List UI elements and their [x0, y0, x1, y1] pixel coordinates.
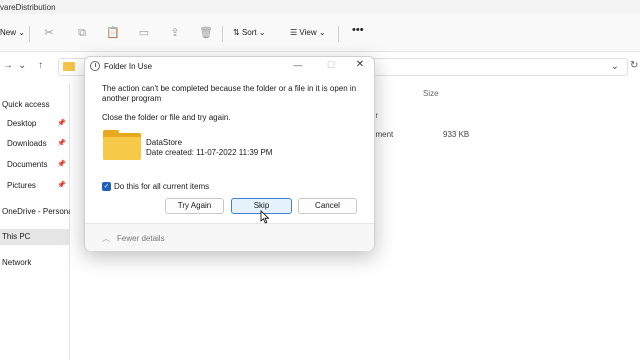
navigation-pane: Quick access Desktop 📌 Downloads 📌 Documen… [0, 84, 70, 360]
file-date-created: Date created: 11-07-2022 11:39 PM [146, 148, 273, 157]
folder-icon [63, 62, 75, 71]
row-size-cell: 933 KB [443, 130, 470, 139]
sort-label: Sort [241, 28, 257, 37]
recent-locations-icon[interactable]: ⌄ [18, 60, 26, 71]
paste-icon[interactable]: 📋 [106, 26, 120, 40]
dialog-title: Folder In Use [104, 62, 153, 71]
apply-to-all-checkbox[interactable]: ✓ [102, 182, 111, 191]
sidebar-item-downloads[interactable]: Downloads 📌 [7, 136, 70, 152]
sidebar-item-this-pc[interactable]: This PC [0, 229, 70, 245]
maximize-icon: ☐ [326, 60, 336, 70]
cancel-button[interactable]: Cancel [298, 198, 357, 214]
delete-icon[interactable]: 🗑 [199, 26, 213, 40]
try-again-button[interactable]: Try Again [165, 198, 224, 214]
folder-icon [103, 130, 141, 160]
file-name: DataStore [146, 138, 183, 147]
toolbar-divider [222, 26, 223, 42]
toolbar-divider [338, 26, 339, 42]
share-icon[interactable]: ⇪ [168, 26, 182, 40]
refresh-icon[interactable]: ↻ [630, 60, 638, 71]
sidebar-item-documents[interactable]: Documents 📌 [7, 157, 70, 173]
more-options-button[interactable]: ••• [352, 24, 364, 36]
fewer-details-toggle[interactable]: Fewer details [117, 234, 165, 243]
sidebar-item-label: This PC [2, 232, 31, 241]
cut-icon[interactable]: ✂ [42, 26, 56, 40]
rename-icon[interactable]: ▭ [137, 26, 151, 40]
apply-to-all-label[interactable]: Do this for all current items [114, 182, 209, 191]
pin-icon: 📌 [57, 120, 66, 127]
dialog-titlebar: Folder In Use — ☐ ✕ [85, 57, 374, 77]
minimize-icon[interactable]: — [291, 60, 305, 72]
pin-icon: 📌 [57, 140, 66, 147]
pin-icon: 📌 [57, 182, 66, 189]
window-title: vareDistribution [0, 3, 56, 12]
sidebar-item-label: Desktop [7, 119, 37, 128]
forward-icon[interactable]: → [3, 60, 13, 71]
view-label: View [299, 28, 317, 37]
dialog-message: The action can't be completed because th… [102, 84, 357, 103]
new-label: New [0, 28, 17, 37]
close-icon[interactable]: ✕ [353, 59, 367, 71]
sidebar-item-pictures[interactable]: Pictures 📌 [7, 178, 70, 194]
sidebar-item-desktop[interactable]: Desktop 📌 [7, 116, 70, 132]
dialog-sub-message: Close the folder or file and try again. [102, 113, 231, 122]
up-icon[interactable]: ↑ [38, 60, 43, 71]
folder-in-use-dialog: Folder In Use — ☐ ✕ The action can't be … [84, 56, 375, 251]
toolbar-divider [29, 26, 30, 42]
mouse-cursor-icon [260, 210, 270, 224]
sidebar-item-onedrive[interactable]: OneDrive - Personal [2, 204, 70, 220]
pin-icon: 📌 [57, 161, 66, 168]
sidebar-item-network[interactable]: Network [2, 255, 70, 271]
new-button[interactable]: New ⌄ [0, 28, 25, 37]
dialog-footer: ︿ Fewer details [85, 223, 374, 251]
sidebar-item-label: Network [2, 258, 32, 267]
sidebar-item-label: Quick access [2, 100, 50, 109]
window-titlebar: vareDistribution [0, 0, 640, 14]
column-header-size[interactable]: Size [423, 89, 439, 98]
chevron-up-icon[interactable]: ︿ [102, 233, 110, 244]
sidebar-item-label: Pictures [7, 181, 36, 190]
sidebar-item-label: OneDrive - Personal [2, 207, 70, 216]
address-dropdown-icon[interactable]: ⌄ [611, 61, 619, 72]
sidebar-item-label: Documents [7, 160, 48, 169]
view-button[interactable]: ☰ View ⌄ [290, 26, 326, 40]
command-bar: New ⌄ ✂ ⧉ 📋 ▭ ⇪ 🗑 ⇅ Sort ⌄ ☰ View ⌄ ••• [0, 14, 640, 52]
sidebar-item-quick-access[interactable]: Quick access [2, 97, 70, 113]
clock-icon [90, 61, 100, 71]
sort-button[interactable]: ⇅ Sort ⌄ [233, 26, 266, 40]
sidebar-item-label: Downloads [7, 139, 47, 148]
copy-icon[interactable]: ⧉ [75, 26, 89, 40]
